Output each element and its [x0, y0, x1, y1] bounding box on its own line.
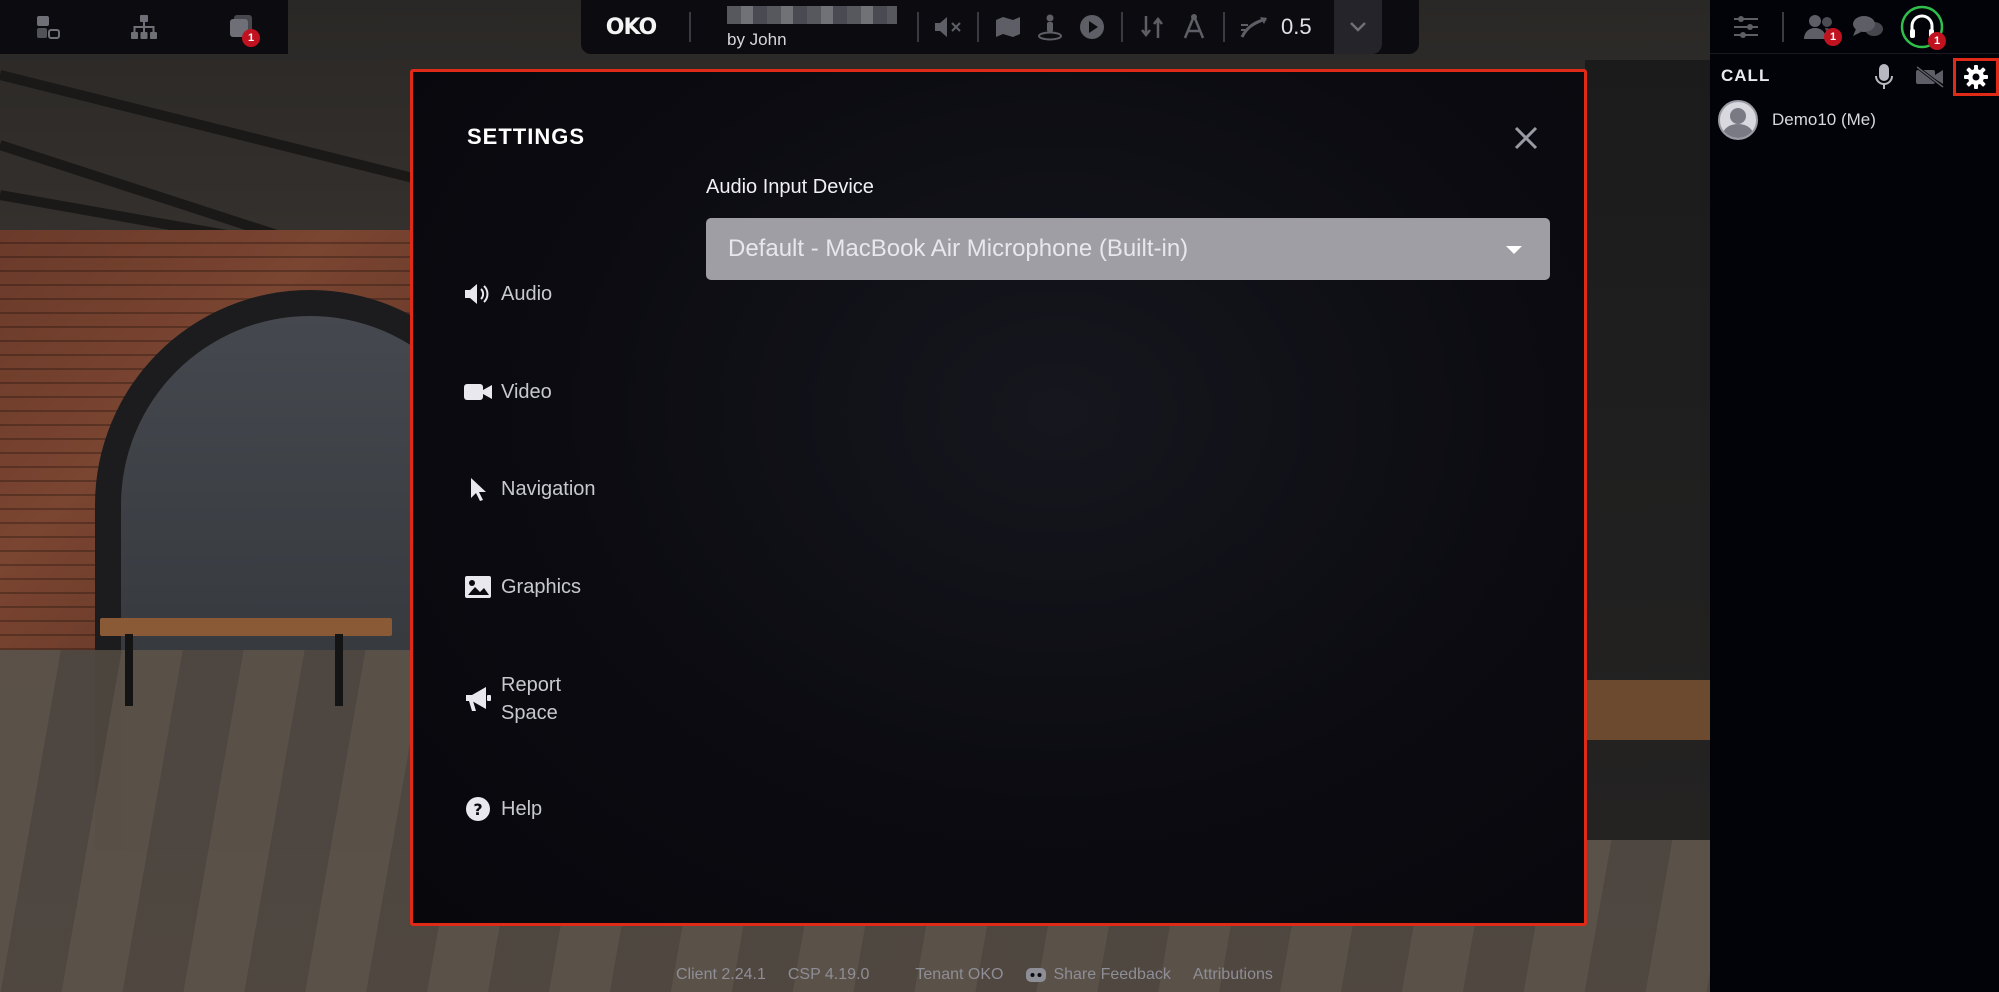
- nav-item-label: Graphics: [501, 576, 582, 598]
- participant-row[interactable]: Demo10 (Me): [1718, 100, 1876, 140]
- play-button[interactable]: [1071, 0, 1113, 54]
- objects-badge: 1: [242, 29, 260, 47]
- audio-input-label: Audio Input Device: [706, 176, 874, 198]
- avatar: [1718, 100, 1758, 140]
- top-toolbar: OKO by John 0.5: [581, 0, 1419, 54]
- teleport-button[interactable]: [1029, 0, 1071, 54]
- divider: [689, 12, 691, 42]
- layers-button[interactable]: [26, 5, 70, 49]
- sort-icon: [1141, 16, 1163, 38]
- gear-icon: [1964, 65, 1988, 89]
- svg-text:?: ?: [473, 800, 482, 819]
- headset-badge: 1: [1928, 31, 1946, 50]
- mute-button[interactable]: [927, 0, 969, 54]
- speaker-icon: [463, 280, 493, 308]
- oko-logo[interactable]: OKO: [581, 15, 681, 40]
- bench: [100, 618, 392, 636]
- settings-title: SETTINGS: [467, 124, 586, 149]
- divider: [1223, 12, 1225, 42]
- participants-button[interactable]: 1: [1796, 0, 1844, 54]
- map-icon: [996, 17, 1020, 37]
- share-feedback-link[interactable]: Share Feedback: [1025, 966, 1171, 984]
- camera-off-button[interactable]: [1907, 58, 1953, 96]
- left-toolbar: 1: [0, 0, 288, 54]
- filters-button[interactable]: [1722, 0, 1770, 54]
- microphone-icon: [1875, 64, 1893, 89]
- nav-item-help[interactable]: ? Help: [463, 795, 542, 823]
- call-panel-toolbar: 1 1: [1710, 0, 1999, 54]
- user-icon: [1722, 108, 1754, 138]
- divider: [1121, 12, 1123, 42]
- hierarchy-icon: [131, 15, 157, 39]
- sort-button[interactable]: [1131, 0, 1173, 54]
- nav-item-label: Help: [501, 798, 543, 820]
- microphone-button[interactable]: [1861, 58, 1907, 96]
- headset-button[interactable]: 1: [1898, 0, 1946, 54]
- participant-name: Demo10 (Me): [1772, 110, 1876, 129]
- fly-speed-value: 0.5: [1281, 14, 1312, 39]
- tenant-name: Tenant OKO: [915, 966, 1004, 983]
- close-icon: [1514, 126, 1538, 150]
- nav-item-navigation[interactable]: Navigation: [463, 475, 596, 503]
- discord-icon: [1026, 968, 1047, 982]
- nav-item-label: Video: [501, 381, 552, 403]
- client-version: Client 2.24.1: [676, 966, 766, 983]
- filters-icon: [1734, 15, 1758, 38]
- nav-item-report-space[interactable]: Report Space: [463, 671, 561, 727]
- nav-item-label-line1: Report: [501, 674, 562, 696]
- footer: Client 2.24.1 CSP 4.19.0 Tenant OKO Shar…: [676, 966, 1295, 984]
- chat-icon: [1853, 15, 1883, 36]
- mute-icon: [935, 17, 961, 37]
- close-button[interactable]: [1508, 120, 1544, 156]
- bench: [1585, 680, 1710, 740]
- call-title: CALL: [1721, 66, 1771, 85]
- participants-badge: 1: [1824, 27, 1842, 46]
- call-controls: [1861, 58, 1999, 96]
- map-button[interactable]: [987, 0, 1029, 54]
- nav-item-video[interactable]: Video: [463, 378, 552, 406]
- nav-item-label: Navigation: [501, 478, 596, 500]
- measure-button[interactable]: [1173, 0, 1215, 54]
- nav-item-label: Audio: [501, 283, 553, 305]
- attributions-link[interactable]: Attributions: [1193, 966, 1273, 984]
- divider: [917, 12, 919, 42]
- fly-speed-button[interactable]: [1233, 0, 1275, 54]
- space-byline: by John: [727, 30, 787, 49]
- audio-input-value: Default - MacBook Air Microphone (Built-…: [728, 235, 1189, 262]
- nav-item-graphics[interactable]: Graphics: [463, 573, 581, 601]
- image-icon: [463, 573, 493, 601]
- hierarchy-button[interactable]: [122, 5, 166, 49]
- expand-toolbar-button[interactable]: [1333, 0, 1382, 54]
- audio-input-select[interactable]: Default - MacBook Air Microphone (Built-…: [706, 218, 1550, 280]
- chevron-down-icon: [1349, 22, 1366, 32]
- layers-icon: [37, 16, 60, 39]
- objects-button[interactable]: 1: [218, 5, 262, 49]
- teleport-icon: [1038, 14, 1062, 41]
- nav-item-audio[interactable]: Audio: [463, 280, 552, 308]
- measure-icon: [1183, 14, 1205, 39]
- csp-version: CSP 4.19.0: [787, 966, 870, 983]
- bench-leg: [335, 634, 343, 706]
- divider: [977, 12, 979, 42]
- nav-item-label-line2: Space: [501, 702, 558, 724]
- fly-speed-icon: [1240, 17, 1267, 38]
- nav-item-label: Report Space: [501, 671, 561, 727]
- camera-off-icon: [1916, 65, 1944, 89]
- caret-down-icon: [1506, 246, 1522, 254]
- space-title[interactable]: by John: [699, 0, 909, 54]
- megaphone-icon: [463, 685, 493, 713]
- camera-icon: [463, 378, 493, 406]
- blurred-space-name: [727, 6, 897, 24]
- bench-leg: [125, 634, 133, 706]
- settings-button[interactable]: [1953, 58, 1999, 96]
- divider: [1782, 11, 1784, 42]
- settings-modal: SETTINGS Audio Video Navigation Graphics…: [410, 69, 1587, 926]
- chat-button[interactable]: [1844, 0, 1892, 54]
- share-feedback-label: Share Feedback: [1053, 966, 1171, 983]
- call-panel: 1 1 CALL Demo10 (Me): [1710, 0, 1999, 992]
- help-icon: ?: [463, 795, 493, 823]
- play-icon: [1080, 15, 1104, 39]
- cursor-icon: [463, 475, 493, 503]
